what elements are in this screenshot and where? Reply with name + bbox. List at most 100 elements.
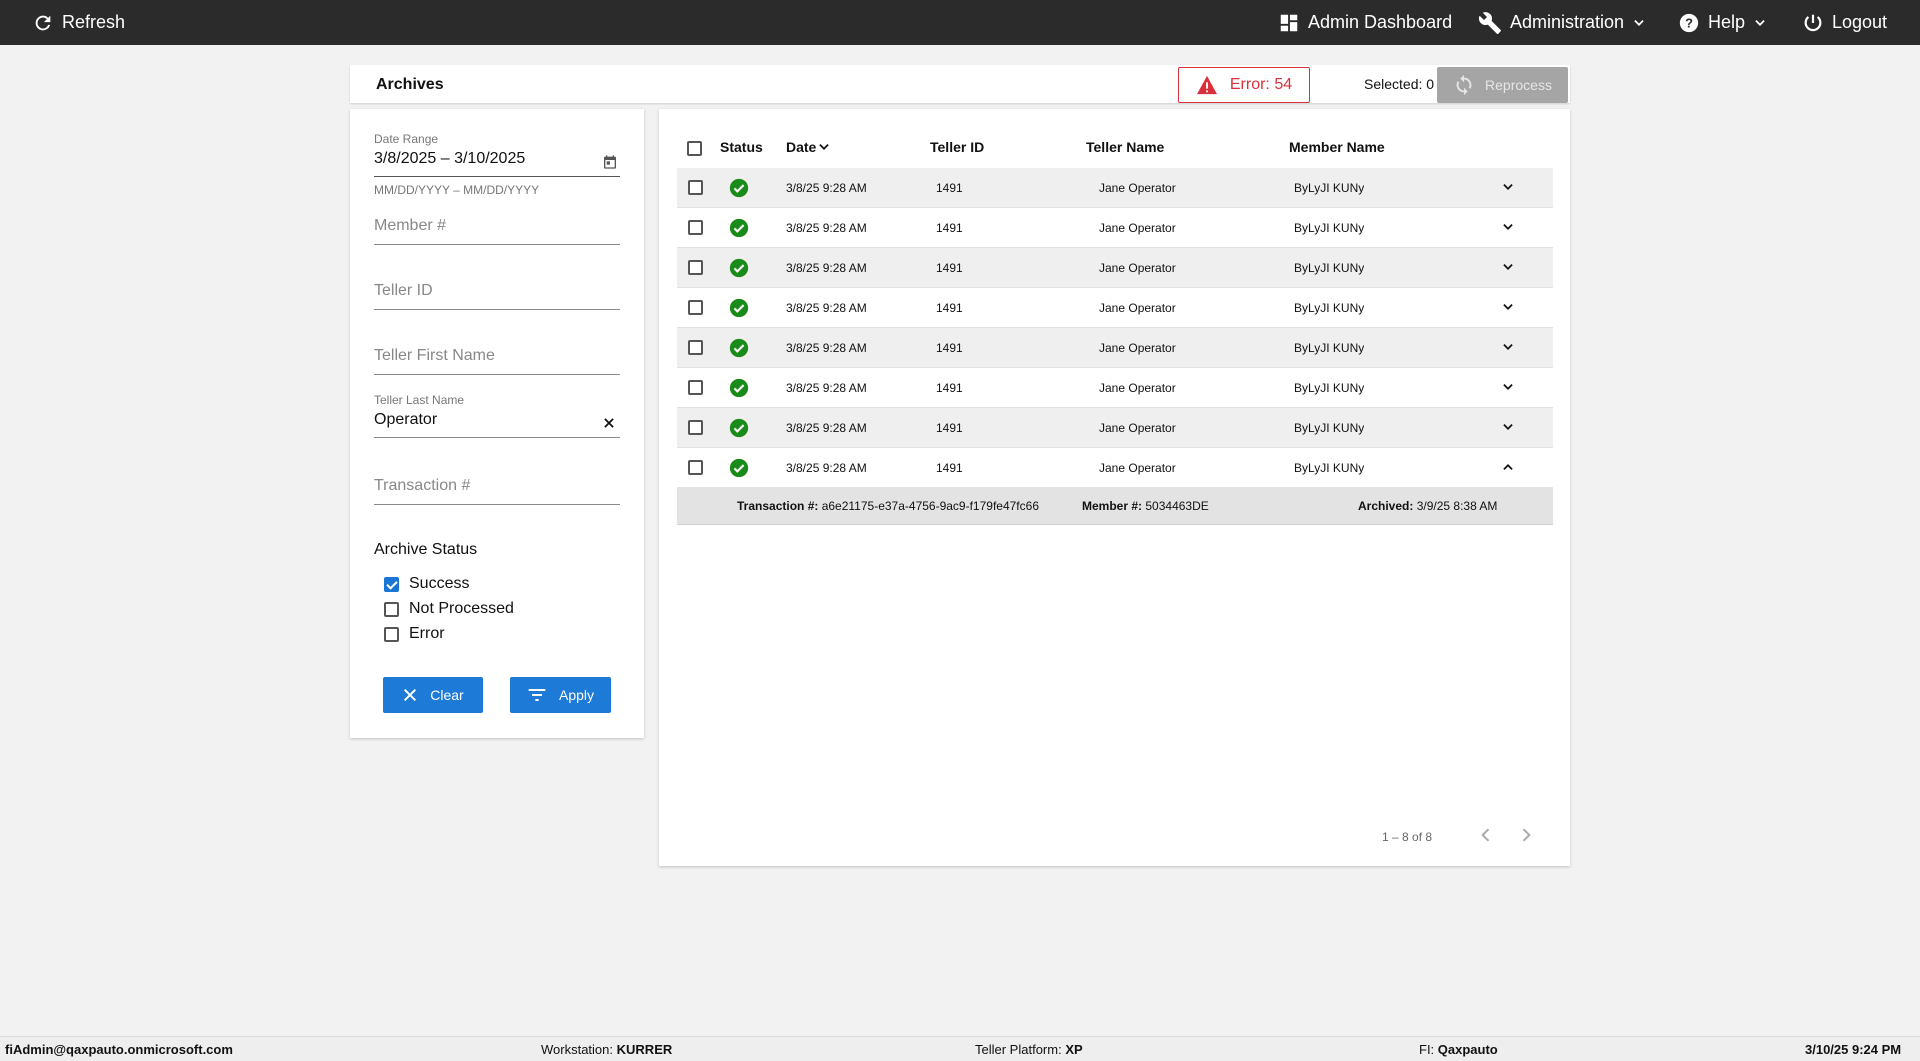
column-header-date[interactable]: Date [786,139,831,155]
page-title: Archives [376,76,444,93]
status-error-option[interactable]: Error [384,625,445,643]
teller-last-name-label: Teller Last Name [374,393,465,407]
help-label: Help [1708,12,1746,32]
clear-label: Clear [430,687,464,703]
teller-last-name-field[interactable]: Teller Last Name Operator [374,393,620,438]
row-checkbox[interactable] [688,220,703,235]
footer-workstation-label: Workstation: [541,1042,614,1057]
chevron-up-icon[interactable] [1501,460,1515,474]
table-row[interactable]: 3/8/25 9:28 AM 1491 Jane Operator ByLyJI KU… [677,168,1553,208]
row-member-name: ByLyJI KUNy [1294,421,1365,435]
teller-first-name-placeholder: Teller First Name [374,347,495,364]
transaction-number-placeholder: Transaction # [374,477,471,494]
logout-label: Logout [1832,12,1888,32]
chevron-left-icon[interactable] [1476,825,1496,845]
row-teller-id: 1491 [936,301,963,315]
row-checkbox[interactable] [688,460,703,475]
not-processed-checkbox[interactable] [384,601,399,617]
detail-archived: Archived: 3/9/25 8:38 AM [1358,499,1497,513]
detail-transaction-value: a6e21175-e37a-4756-9ac9-f179fe47fc66 [821,499,1039,513]
success-check-icon [729,418,749,438]
table-row[interactable]: 3/8/25 9:28 AM 1491 Jane Operator ByLyJI KU… [677,368,1553,408]
close-icon[interactable] [602,416,616,430]
filter-icon [528,689,546,701]
row-checkbox[interactable] [688,180,703,195]
clear-button[interactable]: Clear [383,677,483,713]
chevron-down-icon[interactable] [1501,180,1515,194]
column-header-member-name[interactable]: Member Name [1289,139,1385,155]
teller-id-placeholder: Teller ID [374,282,433,299]
row-teller-name: Jane Operator [1099,261,1176,275]
teller-last-name-value[interactable]: Operator [374,411,620,429]
table-row[interactable]: 3/8/25 9:28 AM 1491 Jane Operator ByLyJI KU… [677,288,1553,328]
calendar-icon[interactable] [602,154,618,170]
error-checkbox[interactable] [384,626,399,642]
chevron-right-icon[interactable] [1516,825,1536,845]
footer-fi-value: Qaxpauto [1437,1042,1498,1057]
detail-member: Member #: 5034463DE [1082,499,1209,513]
row-teller-id: 1491 [936,341,963,355]
dashboard-icon [1280,14,1298,31]
footer-platform-value: XP [1065,1042,1083,1057]
chevron-down-icon [1755,19,1765,26]
reprocess-button[interactable]: Reprocess [1437,67,1568,103]
apply-button[interactable]: Apply [510,677,611,713]
member-number-field[interactable]: Member # [374,217,620,245]
row-detail-panel: Transaction #: a6e21175-e37a-4756-9ac9-f… [677,487,1553,525]
table-row[interactable]: 3/8/25 9:28 AM 1491 Jane Operator ByLyJI KU… [677,248,1553,288]
select-all-checkbox[interactable] [687,141,702,156]
admin-dashboard-label: Admin Dashboard [1308,12,1453,32]
table-row[interactable]: 3/8/25 9:28 AM 1491 Jane Operator ByLyJI KU… [677,208,1553,248]
table-row[interactable]: 3/8/25 9:28 AM 1491 Jane Operator ByLyJI KU… [677,408,1553,448]
row-checkbox[interactable] [688,380,703,395]
row-teller-name: Jane Operator [1099,301,1176,315]
success-check-icon [729,298,749,318]
row-checkbox[interactable] [688,260,703,275]
svg-text:?: ? [1685,15,1693,30]
row-date: 3/8/25 9:28 AM [786,461,867,475]
row-teller-id: 1491 [936,221,963,235]
column-header-teller-name[interactable]: Teller Name [1086,139,1164,155]
column-header-teller-id[interactable]: Teller ID [930,139,984,155]
chevron-down-icon[interactable] [1501,340,1515,354]
chevron-down-icon[interactable] [1501,300,1515,314]
selected-count: Selected: 0 [1364,76,1435,92]
help-menu[interactable]: ? Help [1678,0,1767,45]
chevron-down-icon[interactable] [1501,220,1515,234]
column-header-status[interactable]: Status [720,139,763,155]
row-teller-id: 1491 [936,261,963,275]
status-success-option[interactable]: Success [384,575,469,593]
success-checkbox[interactable] [384,576,399,592]
table-row[interactable]: 3/8/25 9:28 AM 1491 Jane Operator ByLyJI KU… [677,448,1553,488]
logout-button[interactable]: Logout [1802,0,1887,45]
chevron-down-icon[interactable] [1501,260,1515,274]
power-icon [1804,14,1822,31]
date-range-value[interactable]: 3/8/2025 – 3/10/2025 [374,150,620,168]
date-range-label: Date Range [374,132,439,146]
transaction-number-field[interactable]: Transaction # [374,477,620,505]
chevron-down-icon[interactable] [1501,420,1515,434]
footer-platform: Teller Platform: XP [975,1042,1083,1057]
date-range-field[interactable]: Date Range 3/8/2025 – 3/10/2025 MM/DD/YY… [374,132,620,197]
row-checkbox[interactable] [688,300,703,315]
footer-workstation-value: KURRER [616,1042,673,1057]
detail-transaction-label: Transaction #: [737,499,819,513]
teller-id-field[interactable]: Teller ID [374,282,620,310]
row-checkbox[interactable] [688,420,703,435]
teller-first-name-field[interactable]: Teller First Name [374,347,620,375]
row-member-name: ByLyJI KUNy [1294,301,1365,315]
administration-menu[interactable]: Administration [1478,0,1646,45]
row-teller-id: 1491 [936,421,963,435]
chevron-down-icon[interactable] [1501,380,1515,394]
status-not-processed-option[interactable]: Not Processed [384,600,514,618]
archives-table: Status Date Teller ID Teller Name Member… [659,109,1570,866]
column-header-date-label: Date [786,139,817,155]
admin-dashboard-link[interactable]: Admin Dashboard [1278,0,1452,45]
detail-archived-value: 3/9/25 8:38 AM [1416,499,1498,513]
table-row[interactable]: 3/8/25 9:28 AM 1491 Jane Operator ByLyJI KU… [677,328,1553,368]
refresh-button[interactable]: Refresh [32,0,125,45]
error-count-badge[interactable]: Error: 54 [1178,67,1310,103]
chevron-down-icon [1634,19,1644,26]
close-icon [404,688,417,702]
row-checkbox[interactable] [688,340,703,355]
